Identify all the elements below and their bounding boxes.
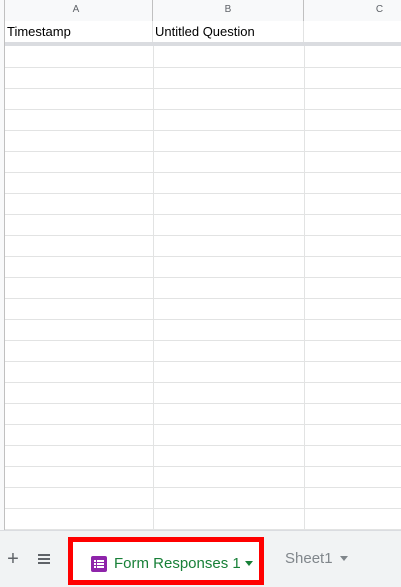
column-header-b[interactable]: B bbox=[153, 0, 304, 21]
row-gridline bbox=[0, 193, 401, 194]
column-divider bbox=[304, 46, 305, 530]
sheet-tab-label: Form Responses 1 bbox=[114, 555, 241, 572]
row-gridline bbox=[0, 445, 401, 446]
row-gridline bbox=[0, 256, 401, 257]
cell-a1[interactable]: Timestamp bbox=[5, 21, 153, 42]
row-gridline bbox=[0, 487, 401, 488]
row-gridline bbox=[0, 235, 401, 236]
sheet-tab-sheet1[interactable]: Sheet1 bbox=[277, 547, 357, 571]
sheet-tab-label: Sheet1 bbox=[285, 550, 333, 567]
row-gridline bbox=[0, 214, 401, 215]
header-row: Timestamp Untitled Question bbox=[0, 21, 401, 43]
sheet-tab-form-responses[interactable]: Form Responses 1 bbox=[68, 537, 264, 585]
row-gridline bbox=[0, 151, 401, 152]
empty-rows bbox=[0, 46, 401, 530]
sheet-tab-bar: + Form Responses 1 Sheet1 bbox=[0, 530, 401, 587]
row-gridline bbox=[0, 298, 401, 299]
row-gridline bbox=[0, 466, 401, 467]
row-gridline bbox=[0, 424, 401, 425]
row-gridline bbox=[0, 130, 401, 131]
row-gridline bbox=[0, 319, 401, 320]
row-header-strip bbox=[0, 0, 5, 530]
cell-c1[interactable] bbox=[304, 21, 401, 42]
row-gridline bbox=[0, 277, 401, 278]
chevron-down-icon[interactable] bbox=[245, 561, 253, 566]
chevron-down-icon[interactable] bbox=[340, 556, 348, 561]
row-gridline bbox=[0, 88, 401, 89]
column-header-a[interactable]: A bbox=[0, 0, 153, 21]
row-gridline bbox=[0, 382, 401, 383]
form-icon bbox=[91, 556, 107, 572]
row-gridline bbox=[0, 109, 401, 110]
row-gridline bbox=[0, 508, 401, 509]
row-gridline bbox=[0, 67, 401, 68]
column-header-c[interactable]: C bbox=[304, 0, 401, 21]
cell-b1[interactable]: Untitled Question bbox=[153, 21, 304, 42]
all-sheets-list-icon[interactable] bbox=[33, 549, 55, 571]
column-divider bbox=[153, 46, 154, 530]
row-gridline bbox=[0, 403, 401, 404]
row-gridline bbox=[0, 361, 401, 362]
plus-icon[interactable]: + bbox=[2, 549, 24, 571]
row-gridline bbox=[0, 340, 401, 341]
column-header-row: A B C bbox=[0, 0, 401, 22]
row-gridline bbox=[0, 172, 401, 173]
spreadsheet-grid[interactable]: A B C Timestamp Untitled Question bbox=[0, 0, 401, 530]
